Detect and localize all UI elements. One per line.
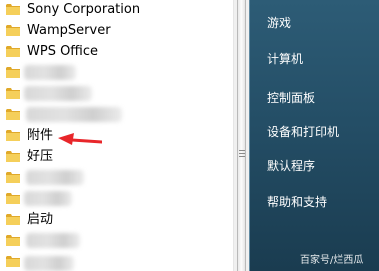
program-label: Sony Corporation bbox=[27, 2, 141, 17]
menu-item-help-and-support[interactable]: 帮助和支持 bbox=[267, 194, 327, 210]
folder-icon bbox=[6, 130, 20, 141]
program-folder-blurred[interactable] bbox=[0, 168, 233, 189]
program-label: WPS Office bbox=[27, 44, 99, 59]
folder-icon bbox=[6, 67, 20, 78]
redacted-label bbox=[26, 233, 80, 248]
folder-icon bbox=[6, 214, 20, 225]
program-label: WampServer bbox=[27, 23, 111, 38]
program-folder-blurred[interactable] bbox=[0, 84, 233, 105]
folder-icon bbox=[6, 109, 20, 120]
program-label: 启动 bbox=[27, 212, 54, 227]
redacted-label bbox=[26, 107, 122, 122]
scrollbar-grip bbox=[239, 150, 245, 159]
folder-icon bbox=[6, 151, 20, 162]
scrollbar-thumb[interactable] bbox=[237, 0, 246, 271]
program-label: 附件 bbox=[27, 128, 54, 143]
program-folder-blurred[interactable] bbox=[0, 189, 233, 210]
folder-icon bbox=[6, 4, 20, 15]
menu-item-default-programs[interactable]: 默认程序 bbox=[267, 158, 315, 174]
menu-item-games[interactable]: 游戏 bbox=[267, 15, 291, 31]
redacted-label bbox=[24, 256, 74, 271]
program-folder-wps-office[interactable]: WPS Office bbox=[0, 42, 233, 63]
program-folder-blurred[interactable] bbox=[0, 231, 233, 252]
redacted-label bbox=[26, 170, 84, 185]
program-folder-accessories[interactable]: 附件 bbox=[0, 126, 233, 147]
program-folder-blurred[interactable] bbox=[0, 63, 233, 84]
program-folder-startup[interactable]: 启动 bbox=[0, 210, 233, 231]
folder-icon bbox=[6, 193, 20, 204]
program-folder-sony-corporation[interactable]: Sony Corporation bbox=[0, 0, 233, 21]
redacted-label bbox=[24, 86, 92, 101]
menu-item-devices-and-printers[interactable]: 设备和打印机 bbox=[267, 124, 339, 140]
program-label: 好压 bbox=[27, 149, 54, 164]
menu-item-computer[interactable]: 计算机 bbox=[267, 51, 303, 67]
folder-icon bbox=[6, 46, 20, 57]
folder-icon bbox=[6, 88, 20, 99]
program-folder-wampserver[interactable]: WampServer bbox=[0, 21, 233, 42]
watermark: 百家号/烂西瓜 bbox=[300, 255, 364, 266]
folder-icon bbox=[6, 25, 20, 36]
redacted-label bbox=[24, 65, 76, 80]
folder-icon bbox=[6, 235, 20, 246]
folder-icon bbox=[6, 172, 20, 183]
program-folder-blurred[interactable] bbox=[0, 105, 233, 126]
menu-item-control-panel[interactable]: 控制面板 bbox=[267, 90, 315, 106]
program-folder-haozip[interactable]: 好压 bbox=[0, 147, 233, 168]
all-programs-list: Sony Corporation WampServer WPS Office 附… bbox=[0, 0, 233, 271]
program-folder-blurred[interactable] bbox=[0, 252, 233, 271]
red-arrow-annotation bbox=[58, 133, 102, 145]
redacted-label bbox=[24, 191, 72, 206]
folder-icon bbox=[6, 256, 20, 267]
